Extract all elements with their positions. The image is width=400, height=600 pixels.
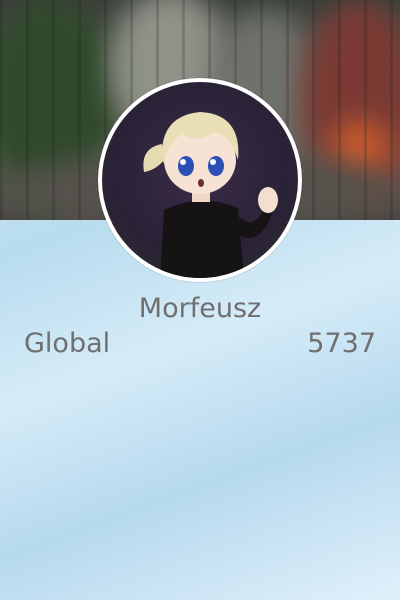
- avatar-image: [143, 112, 278, 278]
- username: Morfeusz: [138, 293, 262, 324]
- stat-label-global: Global: [24, 328, 111, 359]
- stat-value-global: 5737: [307, 328, 376, 359]
- avatar[interactable]: [98, 78, 302, 282]
